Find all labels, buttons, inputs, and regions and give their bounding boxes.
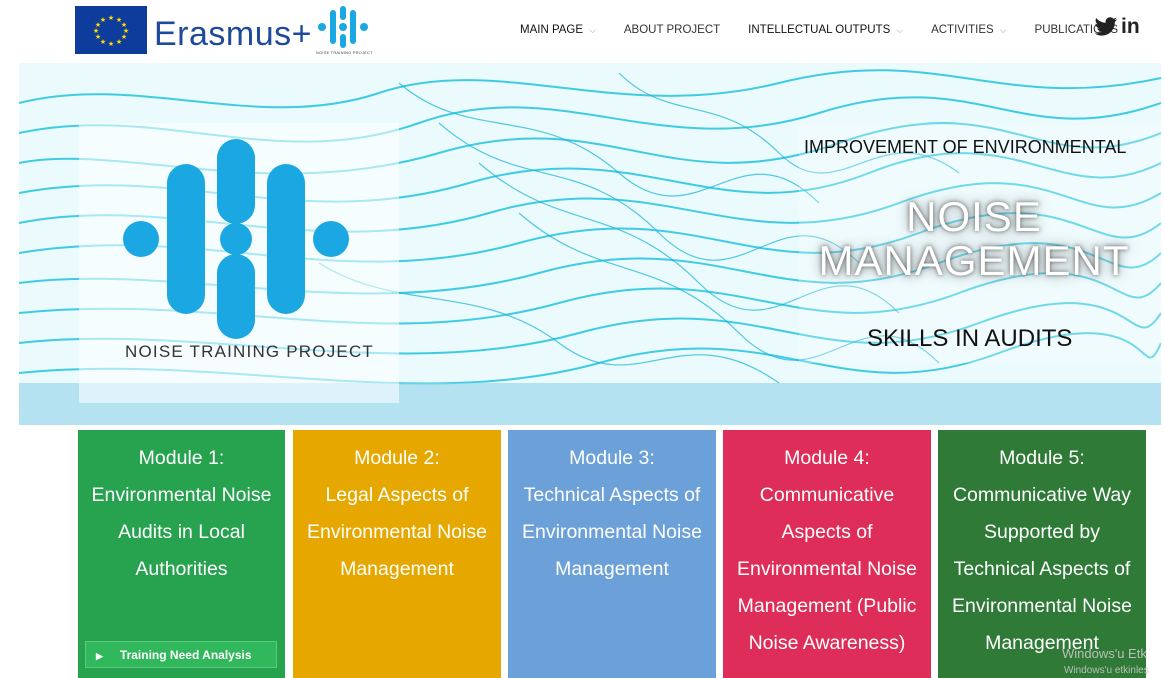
module-title: Module 2: [354, 447, 440, 469]
training-need-analysis-button[interactable]: ▶ Training Need Analysis [85, 641, 277, 668]
chevron-down-icon: ⌵ [999, 24, 1007, 35]
module-text-line: Environmental Noise [307, 521, 487, 543]
module-text-line: Management (Public [737, 595, 917, 617]
svg-text:★: ★ [108, 14, 114, 22]
module-text-line: Authorities [135, 558, 228, 580]
module-card-4[interactable]: Module 4: Communicative Aspects of Envir… [723, 430, 931, 678]
mini-logo-caption: NOISE TRAINING PROJECT [316, 50, 373, 55]
nav-intellectual-outputs[interactable]: INTELLECTUAL OUTPUTS ⌵ [748, 24, 903, 36]
nav-label: INTELLECTUAL OUTPUTS [748, 24, 891, 36]
windows-activation-watermark: Windows'u Etk [1062, 646, 1147, 661]
module-title: Module 3: [569, 447, 655, 469]
nav-main-page[interactable]: MAIN PAGE ⌵ [520, 24, 596, 36]
module-text-line: Audits in Local [118, 521, 245, 543]
training-button-label: Training Need Analysis [119, 648, 252, 662]
module-title: Module 5: [999, 447, 1085, 469]
noise-project-logo-icon[interactable] [314, 4, 372, 52]
hero-logo-caption: NOISE TRAINING PROJECT [125, 342, 375, 361]
module-card-5[interactable]: Module 5: Communicative Way Supported by… [938, 430, 1146, 678]
hero-headline-line1: NOISE [906, 193, 1042, 240]
module-text-line: Management [555, 558, 669, 580]
erasmus-brand[interactable]: Erasmus+ [154, 14, 312, 54]
module-title: Module 1: [138, 447, 225, 469]
nav-label: ABOUT PROJECT [623, 24, 721, 36]
hero-headline: NOISE MANAGEMENT [809, 195, 1139, 283]
linkedin-icon[interactable]: in [1121, 16, 1140, 37]
module-text-line: Environmental Noise [522, 521, 702, 543]
nav-label: ACTIVITIES [931, 24, 994, 36]
twitter-icon[interactable] [1094, 17, 1118, 37]
module-text-line: Supported by [983, 521, 1100, 543]
svg-text:★: ★ [108, 40, 114, 48]
site-header: ★ ★ ★ ★ ★ ★ ★ ★ ★ ★ ★ ★ Erasmus+ NOISE TRAINING … [0, 0, 1165, 62]
module-text-line: Aspects of [781, 521, 873, 543]
module-text-line: Technical Aspects of [523, 484, 701, 506]
module-card-1[interactable]: Module 1: Environmental Noise Audits in … [78, 430, 285, 678]
social-links: in [1094, 16, 1140, 37]
nav-about-project[interactable]: ABOUT PROJECT [624, 24, 720, 36]
module-text-line: Management [340, 558, 454, 580]
module-text-line: Environmental Noise [91, 484, 272, 506]
hero-subtitle-bottom: SKILLS IN AUDITS [867, 325, 1073, 352]
hero-subtitle-top: IMPROVEMENT OF ENVIRONMENTAL [804, 137, 1127, 157]
module-text-line: Legal Aspects of [325, 484, 469, 506]
nav-label: MAIN PAGE [520, 24, 584, 36]
eu-flag-icon: ★ ★ ★ ★ ★ ★ ★ ★ ★ ★ ★ ★ [75, 6, 147, 54]
windows-activation-watermark-sub: Windows'u etkinleş [1064, 665, 1149, 676]
module-text-line: Environmental Noise [737, 558, 917, 580]
module-text-line: Technical Aspects of [953, 558, 1131, 580]
nav-activities[interactable]: ACTIVITIES ⌵ [931, 24, 1006, 36]
module-text-line: Communicative [759, 484, 895, 506]
module-title: Module 4: [784, 447, 870, 469]
svg-text:★: ★ [116, 38, 122, 46]
module-text-line: Environmental Noise [952, 595, 1132, 617]
module-text-line: Noise Awareness) [748, 632, 906, 654]
chevron-down-icon: ⌵ [896, 24, 904, 35]
hero-headline-line2: MANAGEMENT [818, 237, 1130, 284]
caret-right-icon: ▶ [96, 651, 103, 661]
chevron-down-icon: ⌵ [589, 24, 596, 35]
hero-banner: NOISE TRAINING PROJECT IMPROVEMENT OF EN… [19, 63, 1161, 425]
main-nav: MAIN PAGE ⌵ ABOUT PROJECT INTELLECTUAL O… [520, 20, 1131, 40]
svg-text:★: ★ [100, 16, 106, 24]
module-text-line: Communicative Way [952, 484, 1132, 506]
module-card-2[interactable]: Module 2: Legal Aspects of Environmental… [293, 430, 501, 678]
module-card-3[interactable]: Module 3: Technical Aspects of Environme… [508, 430, 716, 678]
